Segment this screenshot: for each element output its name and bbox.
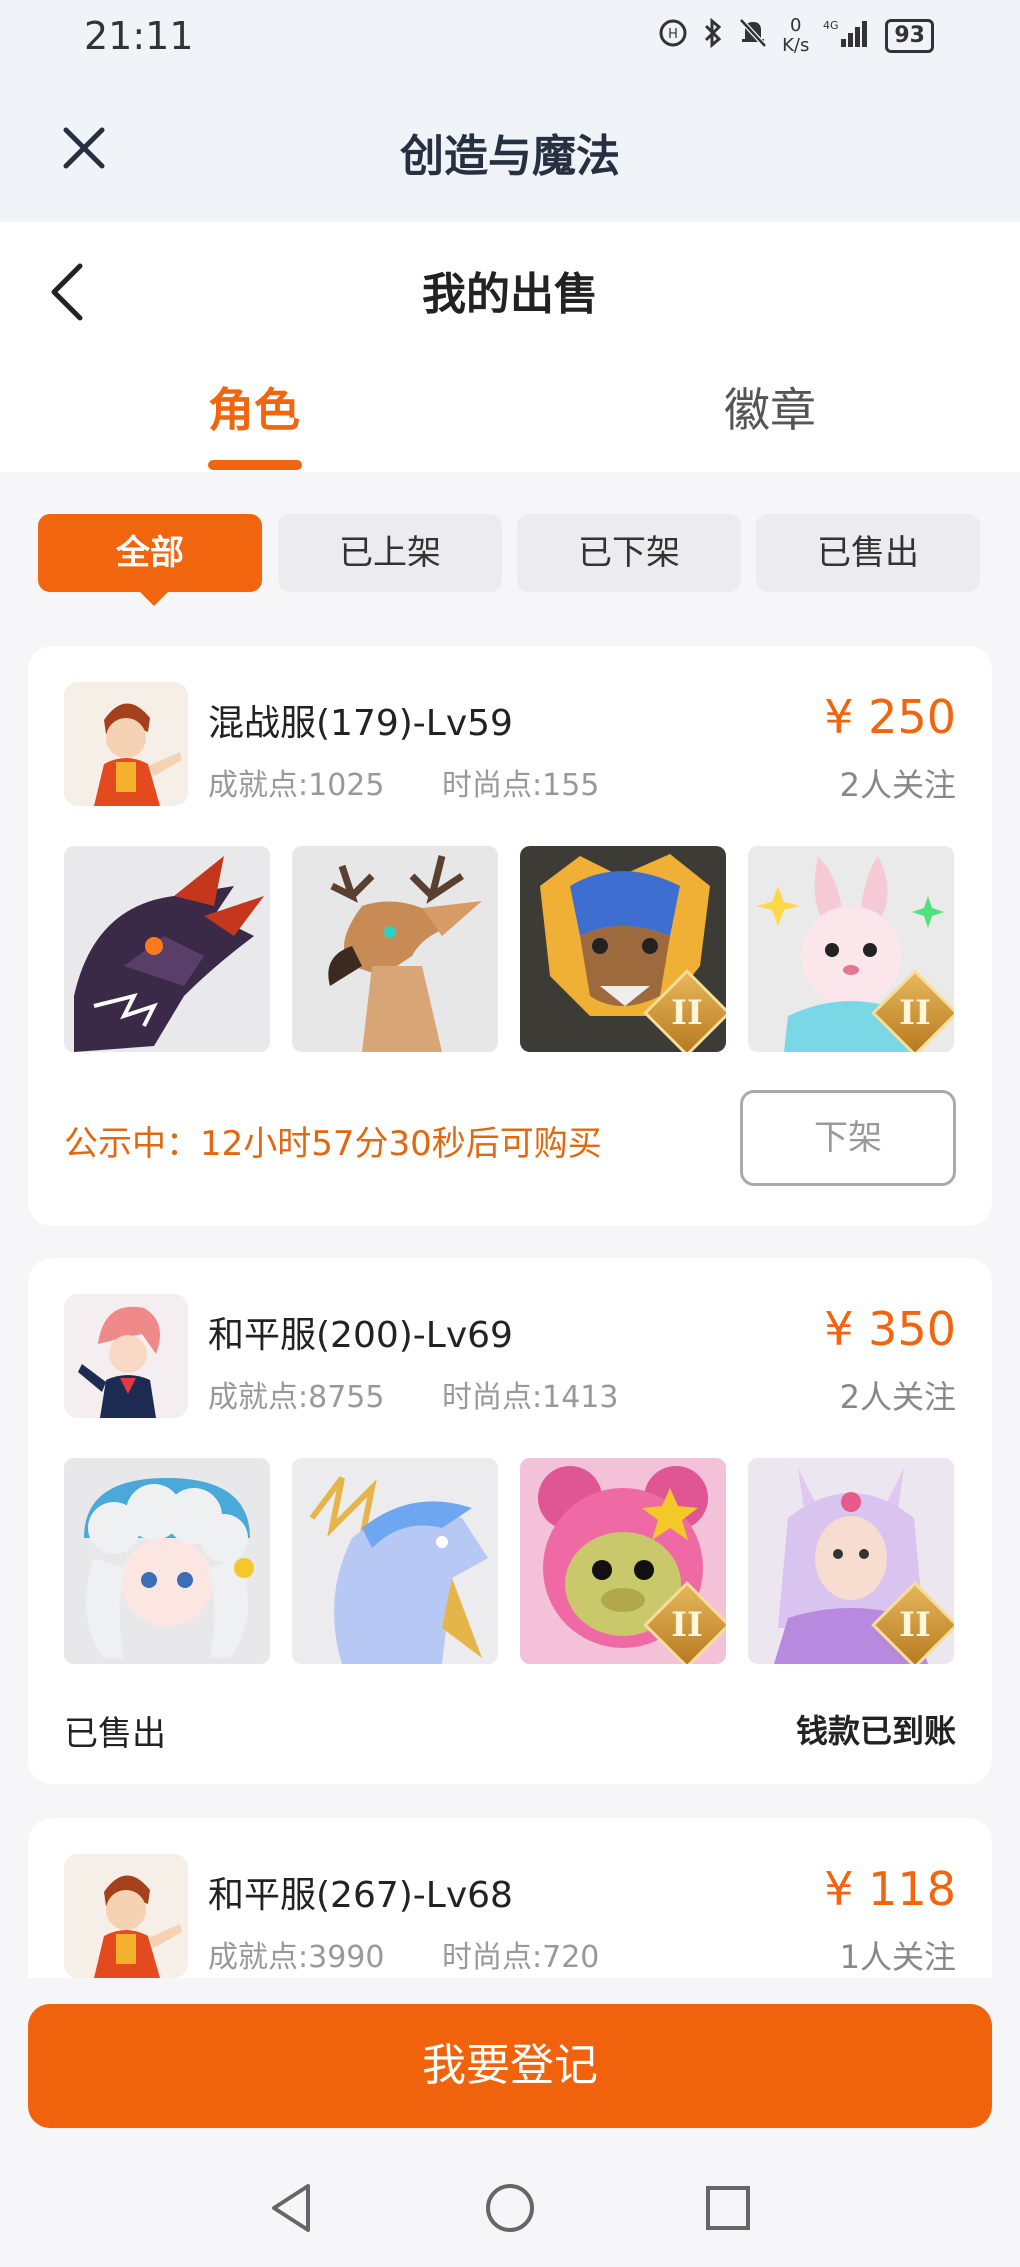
filter-listed[interactable]: 已上架 [278, 514, 502, 592]
follower-count: 2人关注 [839, 1378, 956, 1416]
fashion-points: 时尚点:1413 [442, 1380, 619, 1415]
mute-bell-icon [738, 17, 768, 56]
cloud-doll-pet-thumb[interactable] [64, 1458, 270, 1664]
register-button[interactable]: 我要登记 [28, 2004, 992, 2128]
delist-button[interactable]: 下架 [740, 1090, 956, 1186]
signal-icon: 4G [823, 17, 871, 56]
listing-name: 混战服(179)-Lv59 [208, 703, 513, 744]
battery-icon: 93 [885, 19, 934, 53]
tier-badge-label: II [671, 1605, 703, 1645]
listing-price: ¥ 250 [824, 690, 956, 744]
status-icons: H 0 K/s 4G 93 [658, 16, 934, 56]
rabbit-pet-thumb[interactable]: II [748, 846, 954, 1052]
nav-recents-icon[interactable] [700, 2180, 756, 2236]
page-header: 我的出售 角色 徽章 [0, 222, 1020, 472]
item-thumbnails: II II [64, 1458, 956, 1664]
status-bar: 21:11 H 0 K/s 4G 93 [0, 0, 1020, 76]
listing-price: ¥ 350 [824, 1302, 956, 1356]
speed-unit: K/s [782, 35, 810, 56]
item-thumbnails: II II [64, 846, 956, 1052]
filter-sold[interactable]: 已售出 [756, 514, 980, 592]
page-title: 我的出售 [422, 269, 598, 320]
publicity-notice: 公示中：12小时57分30秒后可购买 [64, 1124, 602, 1164]
tier-badge-label: II [671, 993, 703, 1033]
filter-all[interactable]: 全部 [38, 514, 262, 592]
character-avatar [64, 1294, 188, 1418]
wolf-mount-thumb[interactable]: II [520, 846, 726, 1052]
ice-horse-mount-thumb[interactable] [292, 1458, 498, 1664]
hd-icon: H [658, 18, 688, 55]
sold-status: 已售出 [64, 1714, 166, 1754]
deer-mount-thumb[interactable] [292, 846, 498, 1052]
bluetooth-icon [702, 17, 724, 56]
svg-text:4G: 4G [823, 19, 839, 32]
listing-card[interactable]: 混战服(179)-Lv59 成就点:1025 时尚点:155 ¥ 250 2人关… [28, 646, 992, 1226]
listing-card[interactable]: 和平服(267)-Lv68 成就点:3990 时尚点:720 ¥ 118 1人关… [28, 1818, 992, 1978]
filter-pointer [138, 590, 170, 606]
speed-value: 0 [790, 15, 802, 36]
nav-back-icon[interactable] [264, 2180, 320, 2236]
fashion-points: 时尚点:720 [442, 1940, 600, 1975]
app-title: 创造与魔法 [400, 131, 620, 182]
listing-name: 和平服(200)-Lv69 [208, 1315, 513, 1356]
tier-badge-label: II [899, 993, 931, 1033]
character-avatar [64, 1854, 188, 1978]
achievement-points: 成就点:8755 [208, 1380, 385, 1415]
tab-badge[interactable]: 徽章 [724, 374, 816, 440]
listing-name: 和平服(267)-Lv68 [208, 1875, 513, 1916]
pink-bear-pet-thumb[interactable]: II [520, 1458, 726, 1664]
fashion-points: 时尚点:155 [442, 768, 600, 803]
character-avatar [64, 682, 188, 806]
payment-received: 钱款已到账 [795, 1712, 956, 1750]
listing-card[interactable]: 和平服(200)-Lv69 成就点:8755 时尚点:1413 ¥ 350 2人… [28, 1258, 992, 1784]
listing-price: ¥ 118 [824, 1862, 956, 1916]
dragon-mount-thumb[interactable] [64, 846, 270, 1052]
active-tab-indicator [208, 460, 302, 470]
svg-text:H: H [668, 27, 678, 42]
tab-role[interactable]: 角色 [208, 374, 300, 440]
app-bar: 创造与魔法 [0, 76, 1020, 222]
fox-spirit-pet-thumb[interactable]: II [748, 1458, 954, 1664]
network-speed: 0 K/s [782, 16, 809, 56]
achievement-points: 成就点:1025 [208, 768, 385, 803]
status-time: 21:11 [84, 14, 194, 58]
follower-count: 2人关注 [839, 766, 956, 804]
filter-delisted[interactable]: 已下架 [517, 514, 741, 592]
achievement-points: 成就点:3990 [208, 1940, 385, 1975]
tier-badge-label: II [899, 1605, 931, 1645]
nav-home-icon[interactable] [482, 2180, 538, 2236]
system-nav-bar [0, 2140, 1020, 2267]
follower-count: 1人关注 [839, 1938, 956, 1976]
